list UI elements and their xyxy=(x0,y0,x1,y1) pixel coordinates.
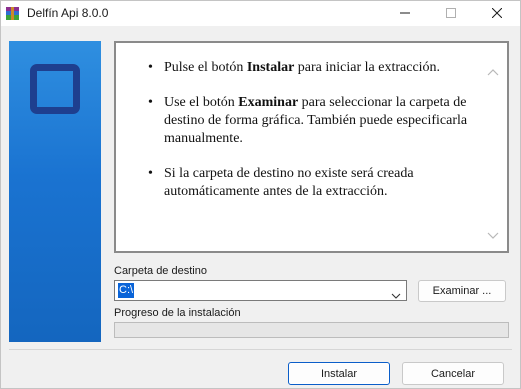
instruction-item: Use el botón Examinar para seleccionar l… xyxy=(148,94,478,148)
side-banner xyxy=(9,41,101,342)
instruction-item: Pulse el botón Instalar para iniciar la … xyxy=(148,59,478,77)
title-bar[interactable]: Delfín Api 8.0.0 xyxy=(1,1,520,26)
chevron-down-icon[interactable] xyxy=(391,287,401,299)
destination-label: Carpeta de destino xyxy=(114,265,207,277)
instruction-item: Si la carpeta de destino no existe será … xyxy=(148,165,478,201)
install-button[interactable]: Instalar xyxy=(288,362,390,385)
close-button[interactable] xyxy=(474,1,520,26)
close-icon xyxy=(491,5,503,23)
destination-combobox[interactable]: C:\ xyxy=(114,280,407,301)
scroll-up-icon[interactable] xyxy=(487,63,499,76)
instructions-panel[interactable]: Pulse el botón Instalar para iniciar la … xyxy=(114,41,509,253)
winrar-box-icon xyxy=(6,7,19,20)
minimize-icon xyxy=(400,5,410,23)
minimize-button[interactable] xyxy=(382,1,428,26)
browse-button[interactable]: Examinar ... xyxy=(418,280,506,302)
install-progress-bar xyxy=(114,322,509,338)
progress-label: Progreso de la instalación xyxy=(114,307,241,319)
separator xyxy=(9,349,512,350)
cancel-button[interactable]: Cancelar xyxy=(402,362,504,385)
app-logo xyxy=(30,64,80,114)
window-title: Delfín Api 8.0.0 xyxy=(27,6,109,20)
destination-value[interactable]: C:\ xyxy=(118,283,135,298)
maximize-button[interactable] xyxy=(428,1,474,26)
scroll-down-icon[interactable] xyxy=(487,227,499,239)
instructions-list: Pulse el botón Instalar para iniciar la … xyxy=(148,59,478,218)
installer-window: Delfín Api 8.0.0 Pulse el botón Instalar… xyxy=(0,0,521,389)
maximize-icon xyxy=(446,5,456,23)
